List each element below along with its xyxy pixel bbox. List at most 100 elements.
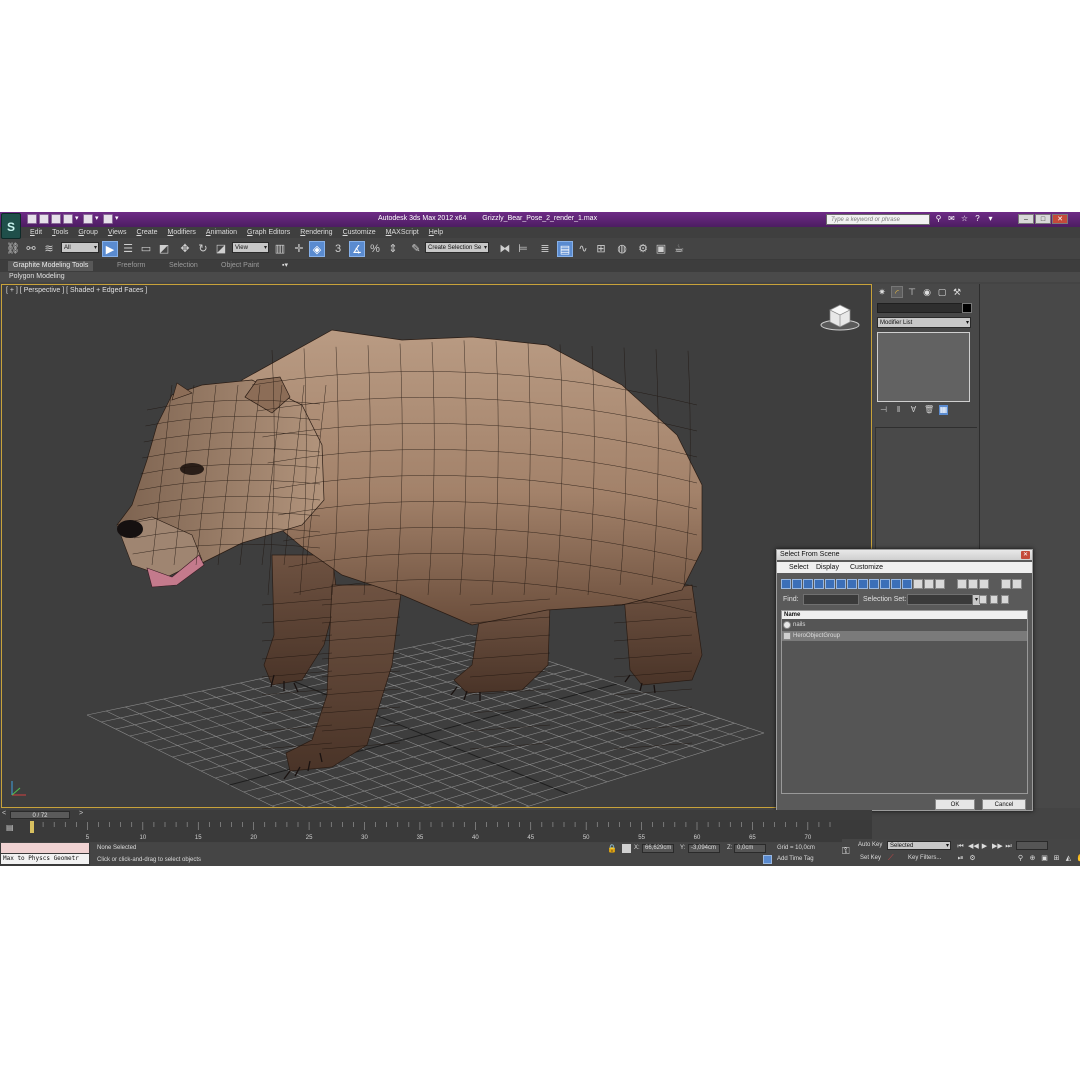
selection-filter-dropdown[interactable]: All [61,242,99,254]
keyboard-shortcut-toggle-icon[interactable]: ◈ [309,241,325,257]
dialog-menu-display[interactable]: Display [816,563,839,572]
time-next-icon[interactable]: > [79,810,83,817]
zoom-icon[interactable]: ⚲ [1016,854,1025,863]
make-unique-icon[interactable]: ∀ [909,405,918,415]
menu-rendering[interactable]: Rendering [300,228,332,237]
play-icon[interactable]: ▶ [980,842,989,851]
menu-customize[interactable]: Customize [343,228,376,237]
display-geometry-icon[interactable] [781,579,791,589]
menu-modifiers[interactable]: Modifiers [167,228,195,237]
open-file-icon[interactable] [39,214,49,224]
display-space-warps-icon[interactable] [836,579,846,589]
render-production-icon[interactable]: ☕ [671,241,687,257]
menu-group[interactable]: Group [78,228,97,237]
absolute-mode-icon[interactable] [622,844,631,853]
undo-icon[interactable] [63,214,73,224]
dialog-close-icon[interactable]: ✕ [1021,551,1030,559]
find-input[interactable] [803,594,859,605]
go-to-end-icon[interactable]: ⏭ [1004,842,1013,851]
qa-customize-icon[interactable]: ▾ [115,214,121,224]
undo-dropdown-icon[interactable]: ▾ [75,214,81,224]
display-groups-icon[interactable] [847,579,857,589]
next-frame-icon[interactable]: ▶▶ [992,842,1003,851]
window-crossing-icon[interactable]: ◩ [156,241,172,257]
create-set-icon[interactable] [979,595,987,604]
object-color-swatch[interactable] [962,303,972,313]
save-file-icon[interactable] [51,214,61,224]
dialog-menu-select[interactable]: Select [789,563,808,572]
ribbon-options-icon[interactable]: ▪▾ [282,261,288,271]
key-mode-toggle-icon[interactable]: ⏯ [956,854,965,863]
minimize-icon[interactable]: – [1018,214,1034,224]
modifier-stack[interactable] [877,332,970,402]
polygon-modeling-panel[interactable]: Polygon Modeling [9,273,65,281]
move-icon[interactable]: ✥ [177,241,193,257]
menu-animation[interactable]: Animation [206,228,237,237]
create-tab-icon[interactable]: ✷ [876,286,888,298]
track-bar[interactable]: ▤ 5 10 15 20 25 30 35 40 45 50 55 60 65 70 [0,820,872,842]
menu-graph-editors[interactable]: Graph Editors [247,228,290,237]
show-end-result-icon[interactable]: ‖ [894,405,903,415]
select-none-icon[interactable] [968,579,978,589]
display-cameras-icon[interactable] [814,579,824,589]
rect-selection-icon[interactable]: ▭ [138,241,154,257]
reference-coord-dropdown[interactable]: View [232,242,269,254]
menu-edit[interactable]: Edit [30,228,42,237]
favorites-icon[interactable]: ☆ [960,214,969,224]
render-setup-icon[interactable]: ⚙ [635,241,651,257]
display-bones-icon[interactable] [869,579,879,589]
select-link-icon[interactable]: ⛓ [5,241,21,257]
zoom-extents-icon[interactable]: ▣ [1040,854,1049,863]
pan-icon[interactable]: ✋ [1076,854,1080,863]
select-object-icon[interactable]: ▶ [102,241,118,257]
column-header-name[interactable]: Name [782,611,1027,619]
time-slider[interactable]: 0 / 72 [10,811,70,819]
rotate-icon[interactable]: ↻ [195,241,211,257]
time-config-icon[interactable]: ⚙ [968,854,977,863]
time-tag-icon[interactable] [763,855,772,864]
spinner-snap-icon[interactable]: ⇕ [385,241,401,257]
tab-selection[interactable]: Selection [169,261,198,271]
display-xrefs-icon[interactable] [858,579,868,589]
modify-tab-icon[interactable]: ◜ [891,286,903,298]
time-prev-icon[interactable]: < [2,810,6,817]
select-invert-icon[interactable] [979,579,989,589]
new-file-icon[interactable] [27,214,37,224]
configure-modifier-sets-icon[interactable]: ▦ [939,405,948,415]
help-icon[interactable]: ? [973,214,982,224]
select-manipulate-icon[interactable]: ✛ [291,241,307,257]
named-selection-sets-dropdown[interactable]: Create Selection Se [425,242,489,254]
project-folder-icon[interactable] [103,214,113,224]
remove-modifier-icon[interactable]: 🗑 [924,405,934,415]
menu-views[interactable]: Views [108,228,127,237]
display-hidden-icon[interactable] [902,579,912,589]
percent-snap-icon[interactable]: % [367,241,383,257]
align-icon[interactable]: ⊨ [515,241,531,257]
add-time-tag[interactable]: Add Time Tag [777,856,814,862]
cancel-button[interactable]: Cancel [982,799,1026,810]
zoom-extents-all-icon[interactable]: ⊞ [1052,854,1061,863]
mirror-icon[interactable]: ⧓ [497,241,513,257]
current-frame-field[interactable] [1016,841,1048,850]
bind-space-warp-icon[interactable]: ≋ [41,241,57,257]
hierarchy-tab-icon[interactable]: ⊤ [906,286,918,298]
invert-display-icon[interactable] [935,579,945,589]
selection-lock-icon[interactable]: 🔒 [607,844,617,853]
display-tab-icon[interactable]: ▢ [936,286,948,298]
display-none-icon[interactable] [924,579,934,589]
snaps-toggle-icon[interactable]: 3 [330,241,346,257]
tab-graphite-modeling-tools[interactable]: Graphite Modeling Tools [8,261,94,271]
layer-manager-icon[interactable]: ≣ [537,241,553,257]
unlink-icon[interactable]: ⚯ [23,241,39,257]
selection-set-dropdown[interactable] [907,594,980,605]
utilities-tab-icon[interactable]: ⚒ [951,286,963,298]
schematic-view-icon[interactable]: ⊞ [593,241,609,257]
delete-set-icon[interactable] [1001,595,1009,604]
ok-button[interactable]: OK [935,799,975,810]
set-key-icon[interactable]: ⚿ [842,846,850,857]
motion-tab-icon[interactable]: ◉ [921,286,933,298]
angle-snap-icon[interactable]: ∡ [349,241,365,257]
key-filters-button[interactable]: Key Filters... [908,855,941,861]
help-search-input[interactable]: Type a keyword or phrase [826,214,930,225]
help-dropdown-icon[interactable]: ▾ [986,214,995,224]
